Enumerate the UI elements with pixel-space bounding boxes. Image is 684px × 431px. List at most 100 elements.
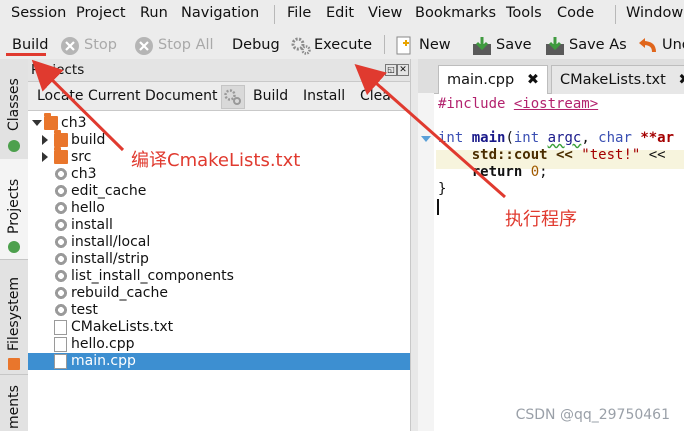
tree-item-label: build [71,132,105,148]
build-underline-annotation [6,53,46,56]
panel-build-button[interactable]: Build [253,88,288,104]
code-line-6[interactable]: } [438,181,446,197]
doc-icon [54,320,67,335]
float-panel-icon[interactable]: ◱ [385,64,397,76]
panel-clean-button[interactable]: Clea [360,88,391,104]
tree-item[interactable]: ch3 [28,115,410,132]
side-tab-filesystem[interactable]: Filesystem [0,259,28,375]
new-document-icon [395,36,415,54]
code-line-1[interactable]: #include <iostream> [438,96,598,112]
build-button[interactable]: Build [12,35,48,55]
menu-run[interactable]: Run [140,5,168,21]
save-as-icon [545,36,565,54]
new-button[interactable]: New [395,35,451,55]
folder-icon [44,116,58,130]
tab-label: CMakeLists.txt [560,72,666,88]
menu-bar: Session Project Run Navigation File Edit… [0,0,684,30]
tree-item[interactable]: hello [28,200,410,217]
stop-all-label: Stop All [158,37,214,53]
code-line-3[interactable]: int main(int argc, char **ar [438,130,674,146]
menu-tools[interactable]: Tools [506,5,542,21]
side-tab-label: Projects [6,179,22,234]
save-as-button[interactable]: Save As [545,35,627,55]
undo-button[interactable]: Und [638,35,684,55]
tab-label: main.cpp [447,72,514,88]
close-tab-icon[interactable]: ✖ [527,72,539,88]
execute-button[interactable]: Execute [290,35,372,55]
tree-item-label: rebuild_cache [71,285,168,301]
tree-item-label: test [71,302,98,318]
panel-install-button[interactable]: Install [303,88,345,104]
menu-edit[interactable]: Edit [326,5,354,21]
menu-bookmarks[interactable]: Bookmarks [415,5,496,21]
stop-all-button[interactable]: Stop All [134,35,214,55]
tree-item[interactable]: install [28,217,410,234]
tree-item-label: install/local [71,234,150,250]
fold-marker-icon[interactable] [421,136,431,142]
toolbar-separator [384,35,385,54]
debug-button[interactable]: Debug [232,35,280,55]
gear-icon [54,167,68,181]
tree-item-label: main.cpp [71,353,136,369]
tree-item-label: list_install_components [71,268,234,284]
gear-icon [54,303,68,317]
code-line-4[interactable]: std::cout << "test!" << [438,147,666,163]
undo-icon [638,36,658,54]
filesystem-icon [8,358,20,370]
menu-code[interactable]: Code [557,5,594,21]
projects-panel: Projects ◱ ✕ Locate Current Document Bui… [28,59,410,431]
side-tab-projects[interactable]: Projects [0,159,28,260]
tree-item[interactable]: install/strip [28,251,410,268]
menu-file[interactable]: File [287,5,311,21]
gear-icon [54,184,68,198]
tree-item[interactable]: rebuild_cache [28,285,410,302]
side-tab-documents[interactable]: ments [0,374,28,431]
tab-main-cpp[interactable]: main.cpp ✖ [438,65,548,94]
doc-icon [54,337,67,352]
expand-arrow-right-icon[interactable] [42,152,48,162]
tree-item[interactable]: main.cpp [28,353,410,370]
locate-current-document-button[interactable]: Locate Current Document [37,88,218,104]
folder-icon [54,150,68,164]
tree-item-label: ch3 [71,166,96,182]
tab-cmakelists[interactable]: CMakeLists.txt ✖ [551,65,684,94]
close-panel-icon[interactable]: ✕ [397,64,409,76]
menu-session[interactable]: Session [11,5,66,21]
code-line-5[interactable]: return 0; [438,164,548,180]
menu-navigation[interactable]: Navigation [181,5,259,21]
editor-gutter [418,93,434,431]
tree-item-label: hello.cpp [71,336,135,352]
menu-view[interactable]: View [368,5,402,21]
tree-item[interactable]: test [28,302,410,319]
stop-icon [60,36,80,54]
projects-panel-title: Projects [31,62,84,78]
tree-item[interactable]: CMakeLists.txt [28,319,410,336]
expand-arrow-down-icon[interactable] [32,120,42,126]
tree-item[interactable]: hello.cpp [28,336,410,353]
side-tab-bar: Classes Projects Filesystem ments [0,59,29,431]
side-tab-label: ments [6,385,22,429]
new-label: New [419,37,451,53]
projects-toolbar: Locate Current Document Build Install Cl… [28,82,410,111]
stop-all-icon [134,36,154,54]
tree-item[interactable]: edit_cache [28,183,410,200]
execute-annotation-note: 执行程序 [505,205,577,231]
tree-item-label: ch3 [61,115,86,131]
gear-icon [54,286,68,300]
tree-item[interactable]: install/local [28,234,410,251]
stop-label: Stop [84,37,117,53]
close-tab-icon[interactable]: ✖ [678,72,684,88]
menu-window[interactable]: Window [626,5,683,21]
tree-item[interactable]: list_install_components [28,268,410,285]
text-cursor [437,199,439,215]
expand-arrow-right-icon[interactable] [42,135,48,145]
save-button[interactable]: Save [472,35,532,55]
gear-icon [54,252,68,266]
code-editor: main.cpp ✖ CMakeLists.txt ✖ #include <io… [418,59,684,431]
side-tab-label: Classes [6,78,22,131]
projects-panel-header: Projects ◱ ✕ [28,59,410,82]
gear-icon [54,201,68,215]
menu-project[interactable]: Project [76,5,126,21]
stop-button[interactable]: Stop [60,35,117,55]
side-tab-classes[interactable]: Classes [0,59,28,160]
